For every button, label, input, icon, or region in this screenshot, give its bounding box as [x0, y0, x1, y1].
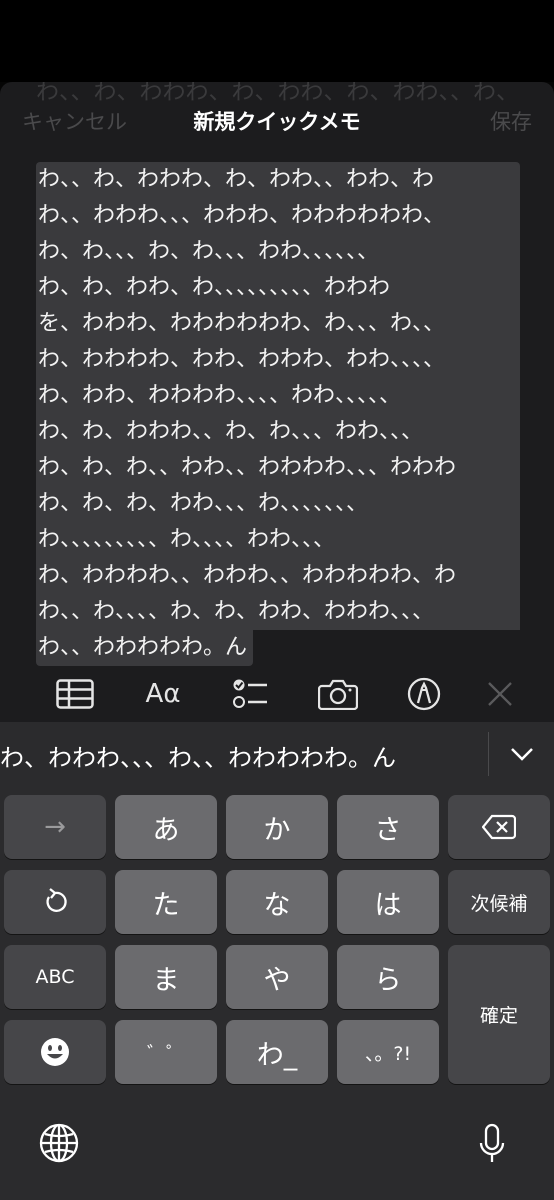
arrow-key[interactable]: → — [4, 795, 106, 859]
candidate-divider — [488, 732, 489, 776]
note-line: わ、、、、、、、、、わ、、、、わわ、、、 — [36, 522, 520, 558]
next-candidate-button[interactable]: 次候補 — [448, 870, 550, 934]
text-format-button[interactable]: Aα — [141, 672, 185, 716]
key-ma[interactable]: ま — [115, 945, 217, 1009]
key-ra[interactable]: ら — [337, 945, 439, 1009]
close-icon[interactable] — [478, 672, 522, 716]
note-line: わ、わ、、、わ、わ、、、わわ、、、、、、 — [36, 234, 520, 270]
note-line: わ、わ、わ、わわ、、、わ、、、、、、、 — [36, 486, 520, 522]
key-ya[interactable]: や — [226, 945, 328, 1009]
quick-note-sheet: わ、、わ、わわわ、わ、わわ、わ、わわ、、わ、 キャンセル 新規クイックメモ 保存… — [0, 82, 554, 742]
key-na[interactable]: な — [226, 870, 328, 934]
chevron-down-icon[interactable] — [500, 734, 544, 774]
key-wa[interactable]: わ_ — [226, 1020, 328, 1084]
note-line: わ、わわわわ、、わわわ、、わわわわわ、わ — [36, 558, 520, 594]
markup-pen-icon[interactable] — [402, 672, 446, 716]
note-line: わ、わわ、わわわわ、、、、わわ、、、、、 — [36, 378, 520, 414]
note-line: わ、、わわわ、、、わわわ、わわわわわわ、 — [36, 198, 520, 234]
note-line: わ、、わ、わわわ、わ、わわ、、わわ、わ — [36, 162, 520, 198]
note-text-area[interactable]: わ、、わ、わわわ、わ、わわ、、わわ、わ わ、、わわわ、、、わわわ、わわわわわわ、… — [36, 162, 520, 670]
note-line: わ、わ、わ、、わわ、、わわわわ、、、わわわ — [36, 450, 520, 486]
checklist-icon[interactable] — [228, 672, 272, 716]
key-a[interactable]: あ — [115, 795, 217, 859]
camera-icon[interactable] — [316, 672, 360, 716]
table-icon[interactable] — [53, 672, 97, 716]
nav-bar: キャンセル 新規クイックメモ 保存 — [0, 102, 554, 142]
emoji-icon[interactable] — [4, 1020, 106, 1084]
candidate-bar: わ、わわわ、、、わ、、わわわわわ。ん — [0, 722, 554, 786]
conversion-candidate[interactable]: わ、わわわ、、、わ、、わわわわわ。ん — [0, 738, 486, 773]
key-sa[interactable]: さ — [337, 795, 439, 859]
page-title: 新規クイックメモ — [193, 110, 361, 134]
note-line: わ、わ、わわわ、、わ、わ、、、わわ、、、 — [36, 414, 520, 450]
format-toolbar: Aα — [0, 666, 554, 720]
abc-key[interactable]: ABC — [4, 945, 106, 1009]
backspace-icon[interactable] — [448, 795, 550, 859]
note-line: を、わわわ、わわわわわわ、わ、、、わ、、 — [36, 306, 520, 342]
globe-icon[interactable] — [38, 1122, 82, 1166]
key-ta[interactable]: た — [115, 870, 217, 934]
undo-icon[interactable] — [4, 870, 106, 934]
confirm-button[interactable]: 確定 — [448, 945, 550, 1084]
status-bar-area — [0, 0, 554, 82]
save-button[interactable]: 保存 — [490, 106, 532, 136]
microphone-icon[interactable] — [470, 1122, 514, 1166]
note-line: わ、わ、わわ、わ、、、、、、、、、わわわ — [36, 270, 520, 306]
key-ha[interactable]: は — [337, 870, 439, 934]
punctuation-key[interactable]: 、。?! — [337, 1020, 439, 1084]
note-line: わ、わわわわ、わわ、わわわ、わわ、、、、 — [36, 342, 520, 378]
key-ka[interactable]: か — [226, 795, 328, 859]
note-line: わ、、わ、、、、わ、わ、わわ、わわわ、、、 — [36, 594, 520, 630]
dakuten-key[interactable]: ゛゜ — [115, 1020, 217, 1084]
keyboard: わ、わわわ、、、わ、、わわわわわ。ん → あ か さ た な は 次候補 ABC… — [0, 722, 554, 1200]
note-line: わ、、わわわわわ。ん — [36, 630, 254, 666]
